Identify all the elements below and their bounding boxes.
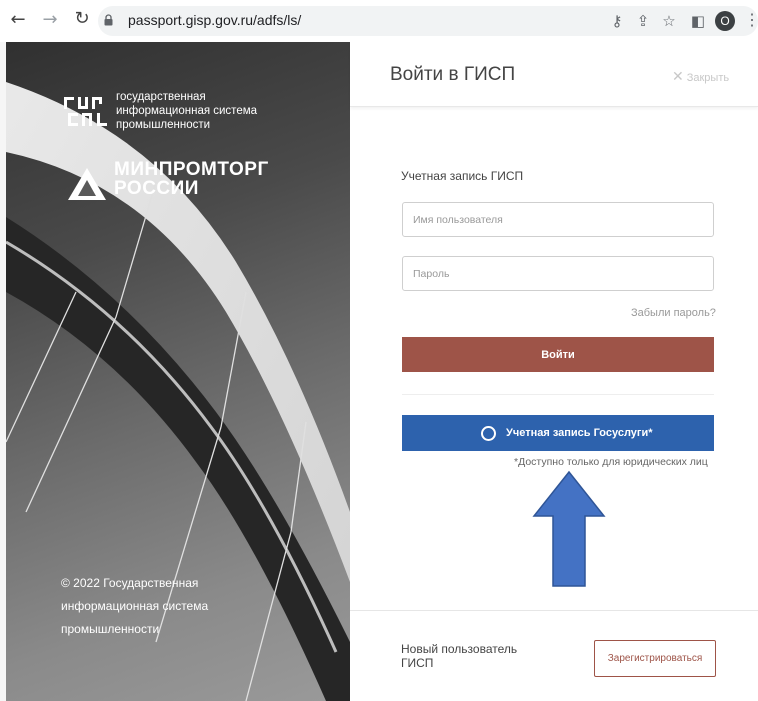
- lock-icon: [104, 14, 113, 26]
- new-user-label: Новый пользователь ГИСП: [401, 642, 518, 670]
- back-icon[interactable]: ←: [8, 10, 28, 30]
- footer-divider: [350, 610, 758, 611]
- ministry-logo-icon: [68, 168, 106, 200]
- more-menu-icon[interactable]: ⋮: [744, 11, 758, 31]
- copyright-text: © 2022 Государственная информационная си…: [61, 572, 301, 641]
- gisp-line-1: государственная: [116, 91, 206, 103]
- copyright-line-3: промышленности: [61, 622, 160, 636]
- gisp-line-3: промышленности: [116, 119, 211, 131]
- gosuslugi-ring-icon: [481, 426, 496, 441]
- username-field[interactable]: [402, 202, 714, 237]
- profile-avatar[interactable]: O: [715, 11, 735, 31]
- arrow-up-annotation-icon: [532, 470, 606, 587]
- share-icon[interactable]: ⇪: [633, 11, 653, 31]
- page-title: Войти в ГИСП: [390, 64, 516, 85]
- sidepanel-icon[interactable]: ◧: [688, 11, 708, 31]
- ministry-name-line-2: РОССИИ: [114, 178, 199, 199]
- gisp-name-text: государственная информационная система п…: [116, 90, 296, 132]
- forgot-password-link[interactable]: Забыли пароль?: [631, 307, 716, 319]
- gosuslugi-login-button[interactable]: Учетная запись Госуслуги*: [402, 415, 714, 451]
- close-label: Закрыть: [686, 72, 730, 84]
- gisp-logo-icon: [64, 97, 107, 126]
- url-text[interactable]: passport.gisp.gov.ru/adfs/ls/: [128, 12, 301, 28]
- gosuslugi-note: *Доступно только для юридических лиц: [514, 456, 708, 468]
- password-field[interactable]: [402, 256, 714, 291]
- close-icon: ✕: [672, 68, 684, 84]
- login-header: Войти в ГИСП ✕ Закрыть: [350, 42, 758, 107]
- close-button[interactable]: ✕ Закрыть: [672, 68, 729, 85]
- gisp-line-2: информационная система: [116, 105, 258, 117]
- hero-panel: государственная информационная система п…: [6, 42, 350, 701]
- copyright-line-2: информационная система: [61, 599, 209, 613]
- star-icon[interactable]: ☆: [659, 11, 679, 31]
- username-input[interactable]: [403, 203, 713, 236]
- forward-icon[interactable]: →: [40, 10, 60, 30]
- account-label: Учетная запись ГИСП: [401, 169, 524, 183]
- key-icon[interactable]: ⚷: [607, 11, 627, 31]
- login-button[interactable]: Войти: [402, 337, 714, 372]
- login-panel: Войти в ГИСП ✕ Закрыть Учетная запись ГИС…: [350, 42, 758, 701]
- password-input[interactable]: [403, 257, 713, 290]
- divider: [402, 394, 714, 395]
- gosuslugi-button-label: Учетная запись Госуслуги*: [506, 427, 653, 439]
- reload-icon[interactable]: ↻: [72, 9, 92, 29]
- browser-toolbar: ← → ↻ passport.gisp.gov.ru/adfs/ls/ ⚷ ⇪ …: [0, 0, 758, 43]
- register-button[interactable]: Зарегистрироваться: [594, 640, 716, 677]
- copyright-line-1: © 2022 Государственная: [61, 576, 199, 590]
